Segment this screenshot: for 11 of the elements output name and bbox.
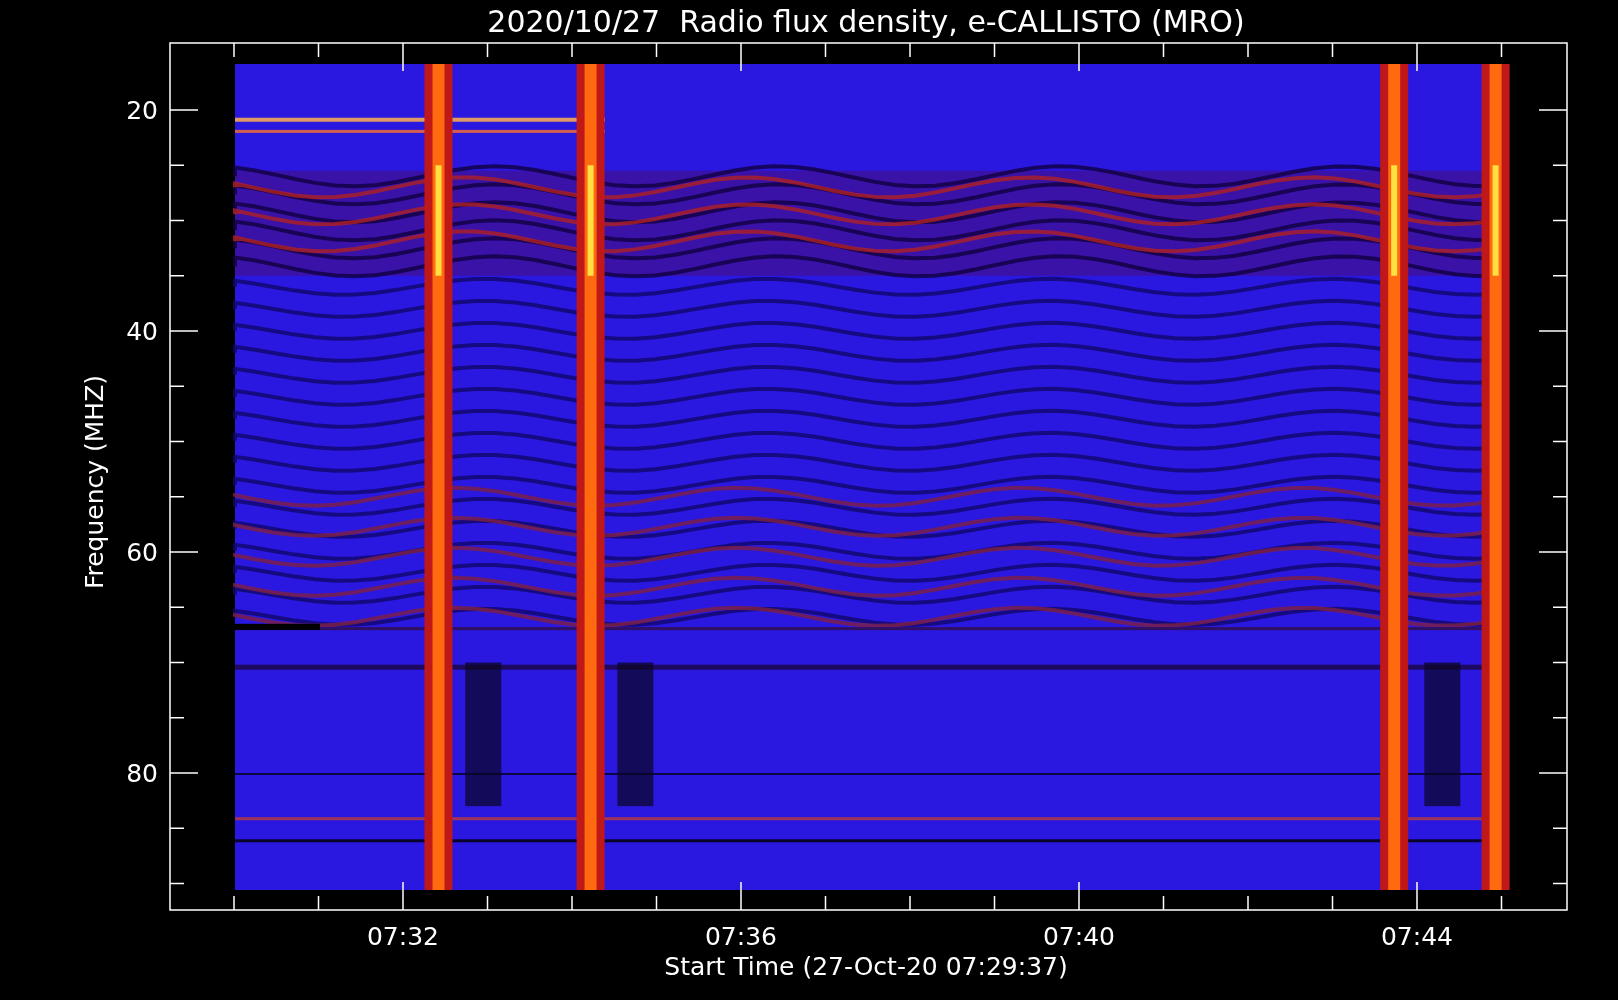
tick-label: 20: [126, 96, 158, 125]
tick-label: 60: [126, 538, 158, 567]
tick-label: 07:32: [367, 922, 439, 951]
tick-label: 40: [126, 317, 158, 346]
tick-label: 07:44: [1381, 922, 1453, 951]
tick-label: 07:40: [1043, 922, 1115, 951]
axis-label: Start Time (27-Oct-20 07:29:37): [664, 952, 1068, 981]
tick-label: 07:36: [705, 922, 777, 951]
plot-title: 2020/10/27 Radio flux density, e-CALLISTO (MRO): [487, 4, 1245, 39]
axis-label: Frequency (MHZ): [80, 374, 109, 590]
tick-label: 80: [126, 759, 158, 788]
